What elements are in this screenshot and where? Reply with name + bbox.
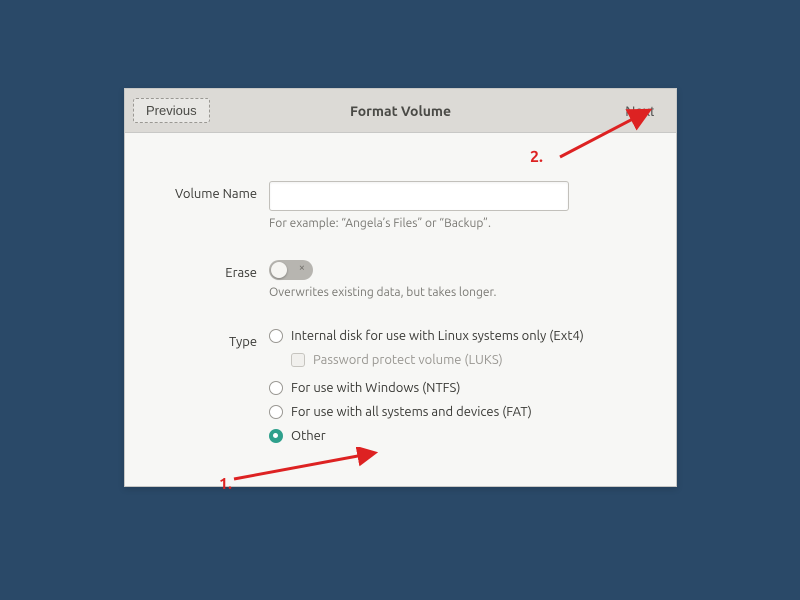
erase-label: Erase bbox=[161, 260, 269, 299]
type-label: Type bbox=[161, 329, 269, 453]
type-row: Type Internal disk for use with Linux sy… bbox=[161, 329, 640, 453]
toggle-knob bbox=[271, 262, 287, 278]
type-option-fat[interactable]: For use with all systems and devices (FA… bbox=[269, 405, 640, 419]
volume-name-label: Volume Name bbox=[161, 181, 269, 230]
volume-name-hint: For example: “Angela’s Files” or “Backup… bbox=[269, 217, 640, 230]
radio-icon bbox=[269, 429, 283, 443]
toggle-off-icon: × bbox=[299, 262, 305, 274]
erase-toggle[interactable]: × bbox=[269, 260, 313, 280]
type-option-label: For use with Windows (NTFS) bbox=[291, 381, 460, 395]
previous-button[interactable]: Previous bbox=[133, 98, 210, 123]
erase-row: Erase × Overwrites existing data, but ta… bbox=[161, 260, 640, 299]
volume-name-row: Volume Name For example: “Angela’s Files… bbox=[161, 181, 640, 230]
volume-name-input[interactable] bbox=[269, 181, 569, 211]
type-option-label: For use with all systems and devices (FA… bbox=[291, 405, 532, 419]
type-option-label: Other bbox=[291, 429, 326, 443]
type-option-label: Password protect volume (LUKS) bbox=[313, 353, 503, 367]
type-option-ntfs[interactable]: For use with Windows (NTFS) bbox=[269, 381, 640, 395]
radio-icon bbox=[269, 381, 283, 395]
format-volume-dialog: Previous Format Volume Next Volume Name … bbox=[124, 88, 677, 487]
erase-hint: Overwrites existing data, but takes long… bbox=[269, 286, 640, 299]
radio-icon bbox=[269, 329, 283, 343]
type-option-label: Internal disk for use with Linux systems… bbox=[291, 329, 584, 343]
type-option-ext4[interactable]: Internal disk for use with Linux systems… bbox=[269, 329, 640, 343]
checkbox-icon bbox=[291, 353, 305, 367]
next-button[interactable]: Next bbox=[617, 99, 662, 123]
type-option-luks: Password protect volume (LUKS) bbox=[291, 353, 640, 367]
type-option-other[interactable]: Other bbox=[269, 429, 640, 443]
dialog-body: Volume Name For example: “Angela’s Files… bbox=[125, 133, 676, 481]
dialog-header: Previous Format Volume Next bbox=[125, 89, 676, 133]
radio-icon bbox=[269, 405, 283, 419]
